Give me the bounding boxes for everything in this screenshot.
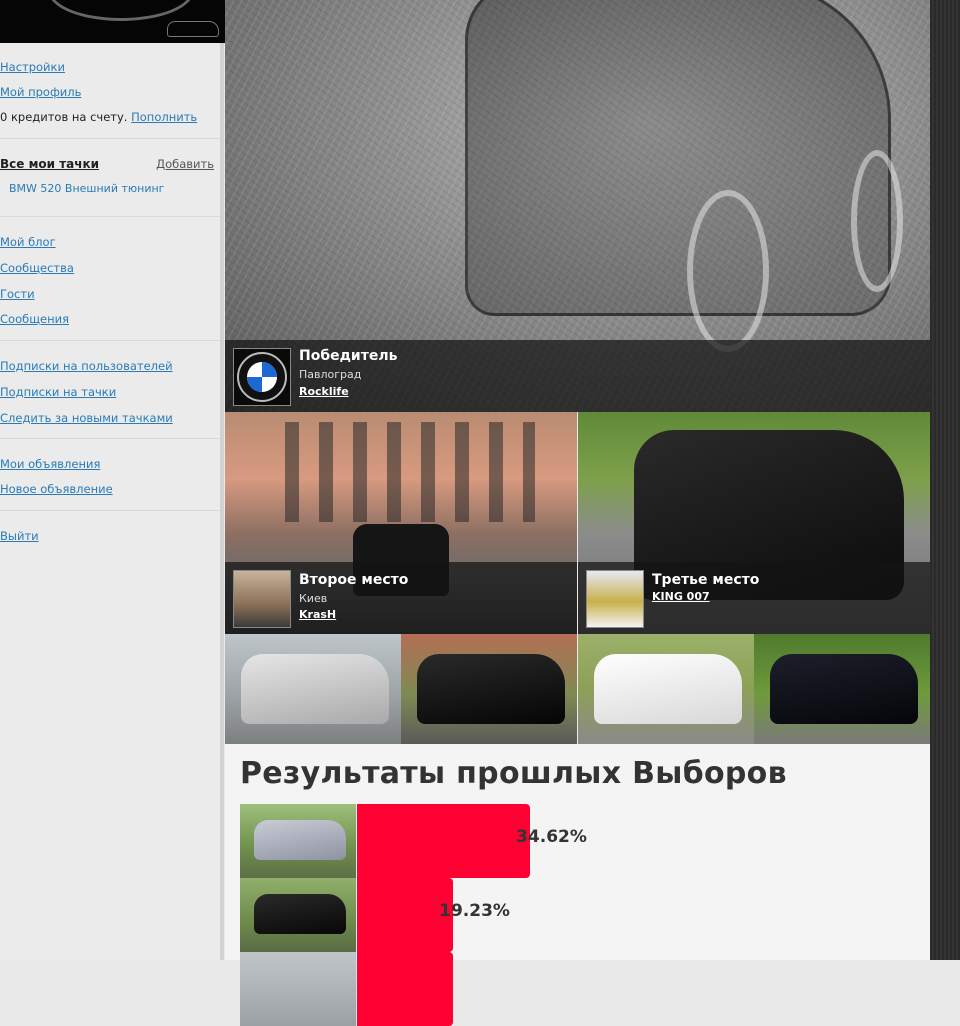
car-thumbnail-image <box>770 654 918 724</box>
third-place-avatar[interactable] <box>586 570 644 628</box>
my-cars-heading[interactable]: Все мои тачки <box>0 157 99 171</box>
car-item-link[interactable]: BMW 520 Внешний тюнинг <box>9 182 164 196</box>
user-subscriptions-link[interactable]: Подписки на пользователей <box>0 359 173 373</box>
guests-link[interactable]: Гости <box>0 287 35 301</box>
second-place-user-link[interactable]: KrasH <box>299 608 336 621</box>
result-car-shape <box>254 894 346 934</box>
follow-new-cars-link[interactable]: Следить за новыми тачками <box>0 411 173 425</box>
car-thumbnail[interactable] <box>754 634 930 744</box>
third-place-user-link[interactable]: KING 007 <box>652 590 710 603</box>
car-thumbnail-image <box>241 654 389 724</box>
sidebar: Настройки Мой профиль 0 кредитов на счет… <box>0 0 225 960</box>
car-thumbnail[interactable] <box>225 634 401 744</box>
result-bar <box>357 952 454 1026</box>
third-caption: Третье место KING 007 <box>578 562 930 634</box>
result-bar <box>357 804 531 878</box>
winner-card[interactable]: Победитель Павлоград Rocklife <box>225 0 930 412</box>
second-place-avatar[interactable] <box>233 570 291 628</box>
second-place-title: Второе место <box>299 572 409 588</box>
winner-car-image <box>465 0 891 316</box>
messages-link[interactable]: Сообщения <box>0 312 69 326</box>
car-thumbnail-image <box>417 654 565 724</box>
divider <box>0 216 220 217</box>
past-results-section: Результаты прошлых Выборов 34.62% 19.23% <box>225 744 930 1026</box>
top-up-link[interactable]: Пополнить <box>131 110 197 124</box>
car-thumbnail-image <box>594 654 742 724</box>
communities-link[interactable]: Сообщества <box>0 261 74 275</box>
results-title: Результаты прошлых Выборов <box>240 756 787 791</box>
result-row[interactable] <box>240 952 920 1026</box>
new-ad-link[interactable]: Новое объявление <box>0 482 113 496</box>
add-car-link[interactable]: Добавить <box>156 157 214 171</box>
credits-text: 0 кредитов на счету. <box>0 110 128 124</box>
page-background-strip <box>930 0 960 960</box>
second-place-city: Киев <box>299 592 328 605</box>
second-place-card[interactable]: Второе место Киев KrasH <box>225 412 577 634</box>
divider <box>0 340 220 341</box>
settings-link[interactable]: Настройки <box>0 60 65 74</box>
profile-link[interactable]: Мой профиль <box>0 85 81 99</box>
second-caption: Второе место Киев KrasH <box>225 562 577 634</box>
third-place-card[interactable]: Третье место KING 007 <box>578 412 930 634</box>
winner-user-link[interactable]: Rocklife <box>299 385 349 398</box>
winner-caption: Победитель Павлоград Rocklife <box>225 340 930 412</box>
result-car-image <box>240 878 356 952</box>
divider <box>0 438 220 439</box>
blog-link[interactable]: Мой блог <box>0 235 56 249</box>
result-percent: 19.23% <box>439 901 510 921</box>
site-logo[interactable] <box>0 0 225 43</box>
result-car-shape <box>254 820 346 860</box>
winner-avatar[interactable] <box>233 348 291 406</box>
car-thumbnail[interactable] <box>578 634 754 744</box>
car-wheel <box>687 190 769 352</box>
logo-ring <box>48 0 194 21</box>
building-windows <box>265 422 535 522</box>
bmw-logo-icon <box>237 352 287 402</box>
divider <box>0 510 220 511</box>
divider <box>0 138 220 139</box>
result-car-image <box>240 804 356 878</box>
logout-link[interactable]: Выйти <box>0 529 39 543</box>
third-place-title: Третье место <box>652 572 760 588</box>
winner-title: Победитель <box>299 348 398 364</box>
credits-info: 0 кредитов на счету. Пополнить <box>0 110 197 124</box>
car-subscriptions-link[interactable]: Подписки на тачки <box>0 385 116 399</box>
result-row[interactable]: 34.62% <box>240 804 920 878</box>
car-wheel <box>851 150 903 292</box>
winner-city: Павлоград <box>299 368 362 381</box>
car-thumbnail[interactable] <box>401 634 577 744</box>
result-percent: 34.62% <box>516 827 587 847</box>
logo-car-icon <box>167 21 219 37</box>
result-row[interactable]: 19.23% <box>240 878 920 952</box>
my-ads-link[interactable]: Мои объявления <box>0 457 100 471</box>
result-car-image <box>240 952 356 1026</box>
